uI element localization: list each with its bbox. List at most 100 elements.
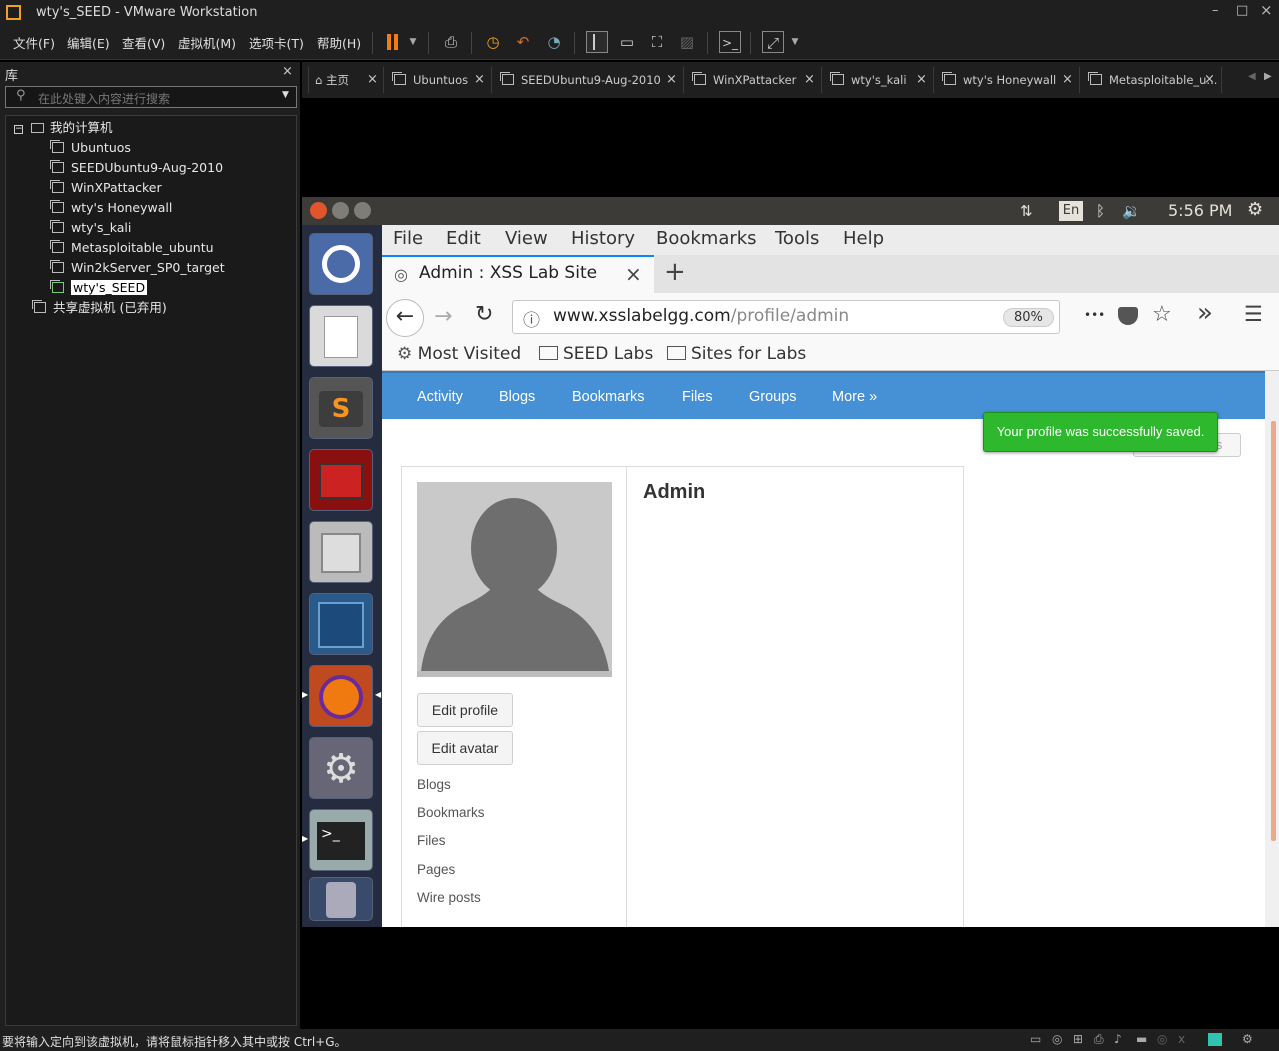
window-minimize-icon[interactable] [332,202,349,219]
success-message[interactable]: Your profile was successfully saved. [983,412,1218,452]
snapshot-icon[interactable]: ◷ [482,31,504,53]
reload-button[interactable]: ↻ [475,302,493,327]
zoom-indicator[interactable]: 80% [1003,308,1054,327]
chevron-down-icon[interactable]: ▼ [402,31,424,53]
wireshark-icon[interactable] [309,593,373,655]
page-scrollbar-thumb[interactable] [1271,421,1276,841]
bookmark-star-icon[interactable]: ☆ [1152,302,1172,327]
tab-close-icon[interactable]: × [625,262,642,286]
sidebar-view-icon[interactable] [586,31,608,53]
tree-item-vm[interactable]: Win2kServer_SP0_target [52,259,225,277]
tab-vm[interactable]: SEEDUbuntu9-Aug-2010 × [494,67,684,93]
display-icon[interactable]: ◎ [1157,1032,1167,1046]
trash-icon[interactable] [309,877,373,921]
nav-more[interactable]: More » [832,389,877,405]
bookmark-sites-for-labs[interactable]: Sites for Labs [667,344,806,364]
send-keys-icon[interactable]: ⎙ [440,31,462,53]
snapshot-manager-icon[interactable]: ◔ [543,31,565,53]
edit-profile-button[interactable]: Edit profile [417,693,513,727]
info-icon[interactable]: ⓘ [523,306,540,331]
menu-edit[interactable]: 编辑(E) [67,33,110,52]
terminal-grid-icon[interactable] [309,449,373,511]
ff-menu-bookmarks[interactable]: Bookmarks [656,228,757,249]
url-bar[interactable]: ⓘ www.xsslabelgg.com/profile/admin 80% [512,300,1060,334]
tree-item-shared-vms[interactable]: 共享虚拟机 (已弃用) [34,299,167,317]
gear-icon[interactable]: ⚙ [1247,199,1263,220]
close-icon[interactable]: × [474,67,485,93]
ff-menu-help[interactable]: Help [843,228,884,249]
ff-menu-view[interactable]: View [505,228,548,249]
pocket-icon[interactable] [1118,307,1138,325]
profile-link-blogs[interactable]: Blogs [417,777,451,792]
dash-icon[interactable] [309,233,373,295]
keyboard-lang-indicator[interactable]: En [1059,201,1083,221]
menu-help[interactable]: 帮助(H) [317,33,361,52]
firefox-icon[interactable] [309,665,373,727]
menu-tabs[interactable]: 选项卡(T) [249,33,304,52]
library-search-input[interactable]: ⚲ 在此处键入内容进行搜索 ▼ [5,86,297,108]
usb-icon[interactable]: ▬ [1136,1032,1147,1046]
chevron-left-icon[interactable]: ◀ [1248,71,1256,82]
cd-drive-icon[interactable]: ◎ [1052,1032,1062,1046]
chevron-down-icon[interactable]: ▼ [784,31,806,53]
ff-menu-tools[interactable]: Tools [775,228,819,249]
collapse-icon[interactable]: − [14,125,23,134]
revert-snapshot-icon[interactable]: ↶ [512,31,534,53]
minimize-button[interactable]: – [1212,3,1219,18]
file-cabinet-icon[interactable] [309,521,373,583]
profile-link-pages[interactable]: Pages [417,862,455,877]
network-icon[interactable]: ⇅ [1020,202,1033,220]
tree-root-my-computer[interactable]: − 我的计算机 [14,119,113,137]
network-adapter-icon[interactable]: ⊞ [1073,1032,1083,1046]
new-tab-button[interactable]: + [664,257,686,287]
sound-icon[interactable]: ♪ [1114,1032,1122,1046]
chevron-down-icon[interactable]: ▼ [282,90,289,100]
menu-vm[interactable]: 虚拟机(M) [178,33,236,52]
profile-link-wire-posts[interactable]: Wire posts [417,890,481,905]
back-button[interactable]: ← [386,299,424,337]
sublime-text-icon[interactable]: S [309,377,373,439]
system-settings-icon[interactable]: ⚙ [309,737,373,799]
close-icon[interactable]: × [1204,67,1215,93]
ff-menu-history[interactable]: History [571,228,635,249]
close-icon[interactable]: × [916,67,927,93]
bookmark-seed-labs[interactable]: SEED Labs [539,344,653,364]
forward-button[interactable]: → [434,304,452,329]
text-editor-icon[interactable] [309,305,373,367]
tree-item-vm[interactable]: Ubuntuos [52,139,131,157]
tree-item-vm-selected[interactable]: wty's_SEED [52,279,148,297]
edit-avatar-button[interactable]: Edit avatar [417,731,513,765]
maximize-button[interactable]: □ [1236,3,1248,18]
nav-bookmarks[interactable]: Bookmarks [572,389,645,405]
printer-icon[interactable]: ⎙ [1094,1032,1104,1047]
profile-link-bookmarks[interactable]: Bookmarks [417,805,485,820]
nav-activity[interactable]: Activity [417,389,463,405]
tree-item-vm[interactable]: wty's_kali [52,219,131,237]
hard-disk-icon[interactable]: ▭ [1030,1032,1041,1046]
ff-menu-edit[interactable]: Edit [446,228,481,249]
ff-menu-file[interactable]: File [393,228,423,249]
hamburger-menu-icon[interactable]: ☰ [1244,302,1263,326]
window-maximize-icon[interactable] [354,202,371,219]
console-view-icon[interactable]: >_ [719,31,741,53]
tree-item-vm[interactable]: SEEDUbuntu9-Aug-2010 [52,159,223,177]
thumbnail-bar-icon[interactable]: ▭ [616,31,638,53]
wireless-icon[interactable]: x [1178,1032,1185,1046]
nav-blogs[interactable]: Blogs [499,389,535,405]
tree-item-vm[interactable]: WinXPattacker [52,179,162,197]
tree-item-vm[interactable]: Metasploitable_ubuntu [52,239,214,257]
chevron-right-icon[interactable]: ▶ [1264,71,1272,82]
overflow-menu-button[interactable]: » [1197,298,1213,328]
profile-link-files[interactable]: Files [417,833,446,848]
tab-vm[interactable]: Metasploitable_u... × [1082,67,1222,93]
pause-icon[interactable] [381,31,403,53]
menu-file[interactable]: 文件(F) [13,33,55,52]
window-close-icon[interactable] [310,202,327,219]
tab-admin-xss-lab[interactable]: ◎ Admin : XSS Lab Site × [382,255,654,293]
tab-vm[interactable]: wty's Honeywall × [936,67,1080,93]
tab-vm[interactable]: WinXPattacker × [686,67,822,93]
clock[interactable]: 5:56 PM [1168,201,1232,220]
library-close-icon[interactable]: × [282,64,293,79]
volume-icon[interactable]: 🔉 [1122,202,1141,220]
stretch-guest-icon[interactable]: ⤢ [762,31,784,53]
